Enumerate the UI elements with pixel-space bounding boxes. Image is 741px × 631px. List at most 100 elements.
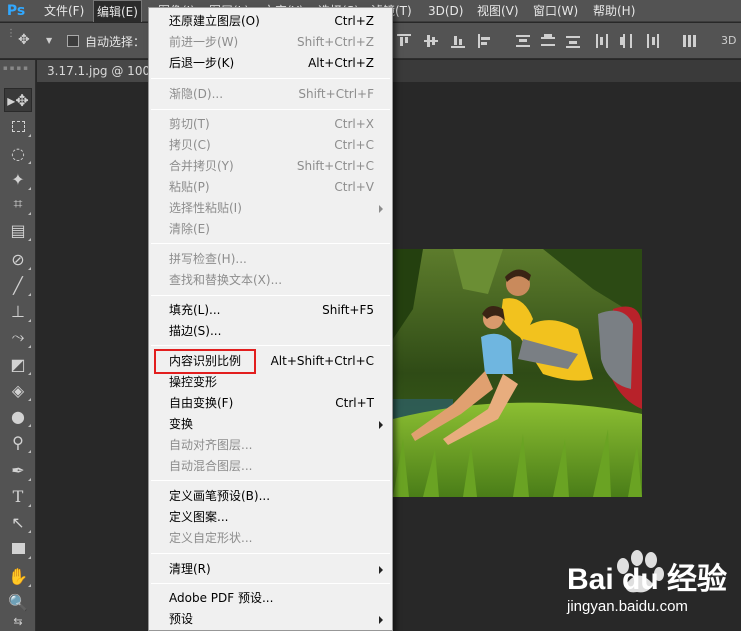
menu-item-define-custom-shape[interactable]: 定义自定形状...	[149, 528, 392, 549]
menu-item-transform[interactable]: 变换	[149, 414, 392, 435]
auto-select-label: 自动选择：	[85, 35, 146, 49]
menu-window[interactable]: 窗口(W)	[530, 0, 581, 22]
brush-tool[interactable]: ╱	[4, 273, 32, 297]
move-tool[interactable]: ▸✥	[4, 88, 32, 112]
swap-colors-icon[interactable]: ⇆	[4, 613, 32, 629]
menu-separator	[151, 78, 390, 79]
type-tool[interactable]: T	[4, 484, 32, 508]
menu-item-define-brush-preset[interactable]: 定义画笔预设(B)...	[149, 486, 392, 507]
bandage-icon: ⊘	[11, 249, 25, 269]
menu-item-spell-check[interactable]: 拼写检查(H)...	[149, 249, 392, 270]
healing-brush-tool[interactable]: ⊘	[4, 247, 32, 271]
menu-item-copy-merged[interactable]: 合并拷贝(Y) Shift+Ctrl+C	[149, 156, 392, 177]
menu-item-free-transform[interactable]: 自由变换(F) Ctrl+T	[149, 393, 392, 414]
menu-item-fill[interactable]: 填充(L)... Shift+F5	[149, 300, 392, 321]
blur-icon: ●	[11, 406, 25, 426]
marquee-icon	[11, 120, 25, 132]
eraser-icon: ◩	[10, 354, 26, 374]
paint-bucket-tool[interactable]: ◈	[4, 378, 32, 402]
menu-item-undo[interactable]: 还原建立图层(O) Ctrl+Z	[149, 11, 392, 32]
baidu-jingyan-watermark: Bai du 经验 jingyan.baidu.com	[565, 548, 741, 624]
menu-separator	[151, 295, 390, 296]
menu-edit[interactable]: 编辑(E)	[93, 0, 142, 22]
menu-item-step-backward[interactable]: 后退一步(K) Alt+Ctrl+Z	[149, 53, 392, 74]
menu-item-auto-blend-layers[interactable]: 自动混合图层...	[149, 456, 392, 477]
submenu-arrow-icon	[379, 421, 383, 429]
distribute-right-icon[interactable]	[645, 34, 659, 48]
distribute-top-icon[interactable]	[516, 34, 530, 48]
rectangle-icon	[11, 542, 25, 554]
ps-logo: Ps	[6, 3, 26, 19]
pen-tool[interactable]: ✒	[4, 458, 32, 482]
menu-item-paste[interactable]: 粘贴(P) Ctrl+V	[149, 177, 392, 198]
marquee-tool[interactable]	[4, 114, 32, 138]
menu-separator	[151, 583, 390, 584]
move-icon[interactable]: ✥	[18, 32, 30, 48]
menu-separator	[151, 553, 390, 554]
type-icon: T	[12, 486, 24, 506]
menu-file[interactable]: 文件(F)	[41, 0, 87, 22]
submenu-arrow-icon	[379, 616, 383, 624]
chevron-down-icon[interactable]: ▼	[46, 36, 52, 45]
menu-item-step-forward[interactable]: 前进一步(W) Shift+Ctrl+Z	[149, 32, 392, 53]
3d-mode-label[interactable]: 3D	[721, 34, 736, 47]
menu-item-adobe-pdf-presets[interactable]: Adobe PDF 预设...	[149, 588, 392, 609]
clone-stamp-tool[interactable]: ⊥	[4, 299, 32, 323]
menu-item-puppet-warp[interactable]: 操控变形	[149, 372, 392, 393]
distribute-left-icon[interactable]	[595, 34, 609, 48]
distribute-horizontal-center-icon[interactable]	[620, 34, 634, 48]
edit-menu-dropdown: 还原建立图层(O) Ctrl+Z 前进一步(W) Shift+Ctrl+Z 后退一步…	[148, 7, 393, 631]
magic-wand-icon: ✦	[11, 169, 25, 189]
submenu-arrow-icon	[379, 566, 383, 574]
menu-item-clear[interactable]: 清除(E)	[149, 219, 392, 240]
menu-separator	[151, 243, 390, 244]
options-grip-icon: ⋮	[6, 28, 16, 39]
menu-view[interactable]: 视图(V)	[474, 0, 522, 22]
distribute-center-icon[interactable]	[541, 34, 555, 48]
zoom-icon: 🔍	[8, 592, 28, 612]
hand-tool[interactable]: ✋	[4, 564, 32, 588]
auto-select-checkbox[interactable]	[67, 35, 79, 47]
menu-3d[interactable]: 3D(D)	[425, 0, 466, 22]
shape-tool[interactable]	[4, 536, 32, 560]
crop-tool[interactable]: ⌗	[4, 192, 32, 216]
path-selection-icon: ↖	[11, 512, 25, 532]
menu-item-cut[interactable]: 剪切(T) Ctrl+X	[149, 114, 392, 135]
align-left-icon[interactable]	[478, 34, 492, 48]
highlight-annotation-box	[154, 349, 256, 374]
watermark-brand: Bai du 经验	[567, 563, 728, 596]
menu-item-find-replace[interactable]: 查找和替换文本(X)...	[149, 270, 392, 291]
menu-item-fade[interactable]: 渐隐(D)... Shift+Ctrl+F	[149, 84, 392, 105]
menu-item-define-pattern[interactable]: 定义图案...	[149, 507, 392, 528]
document-image[interactable]	[393, 249, 642, 497]
watermark-url: jingyan.baidu.com	[567, 598, 688, 615]
menu-item-auto-align-layers[interactable]: 自动对齐图层...	[149, 435, 392, 456]
blur-tool[interactable]: ●	[4, 404, 32, 428]
magic-wand-tool[interactable]: ✦	[4, 167, 32, 191]
distribute-bottom-icon[interactable]	[566, 34, 580, 48]
menu-item-presets[interactable]: 预设	[149, 609, 392, 630]
lasso-tool[interactable]: ◌	[4, 141, 32, 165]
eyedropper-icon: ▤	[10, 220, 26, 240]
zoom-tool[interactable]: 🔍	[4, 590, 32, 614]
align-bottom-icon[interactable]	[451, 34, 465, 48]
eraser-tool[interactable]: ◩	[4, 352, 32, 376]
eyedropper-tool[interactable]: ▤	[4, 218, 32, 242]
menu-item-purge[interactable]: 清理(R)	[149, 559, 392, 580]
dodge-tool[interactable]: ⚲	[4, 430, 32, 454]
toolbar-grip-icon[interactable]: ▪▪▪▪	[3, 64, 33, 72]
align-vertical-center-icon[interactable]	[424, 34, 438, 48]
history-brush-icon: ⤳	[11, 327, 25, 346]
align-top-icon[interactable]	[397, 34, 411, 48]
path-selection-tool[interactable]: ↖	[4, 510, 32, 534]
menu-item-stroke[interactable]: 描边(S)...	[149, 321, 392, 342]
lasso-icon: ◌	[11, 143, 25, 163]
history-brush-tool[interactable]: ⤳	[4, 325, 32, 349]
paint-bucket-icon: ◈	[11, 380, 25, 400]
dodge-icon: ⚲	[12, 432, 24, 452]
menu-item-copy[interactable]: 拷贝(C) Ctrl+C	[149, 135, 392, 156]
menu-help[interactable]: 帮助(H)	[590, 0, 638, 22]
photoshop-window: Ps 文件(F) 编辑(E) 图像(I) 图层(L) 文字(Y) 选择(S) 滤…	[0, 0, 741, 631]
menu-item-paste-special[interactable]: 选择性粘贴(I)	[149, 198, 392, 219]
auto-align-icon[interactable]	[682, 34, 696, 48]
